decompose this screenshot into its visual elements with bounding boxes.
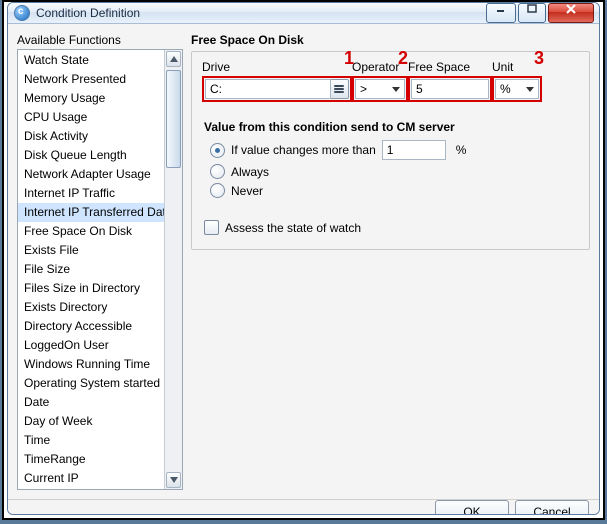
list-item[interactable]: Internet IP Transferred Data xyxy=(18,203,164,222)
drive-label: Drive xyxy=(202,60,352,74)
unit-value: % xyxy=(500,82,511,96)
dialog-footer: OK Cancel xyxy=(8,499,599,515)
radio-always[interactable] xyxy=(210,164,225,179)
free-space-input[interactable] xyxy=(412,80,488,98)
list-item[interactable]: Network Presented xyxy=(18,70,164,89)
functions-listbox[interactable]: Watch StateNetwork PresentedMemory Usage… xyxy=(17,49,183,490)
minimize-button[interactable] xyxy=(486,3,516,23)
list-item[interactable]: File Size xyxy=(18,260,164,279)
free-space-label: Free Space xyxy=(408,60,492,74)
list-item[interactable]: Network Adapter Usage xyxy=(18,165,164,184)
ok-button[interactable]: OK xyxy=(435,500,509,515)
radio-always-label: Always xyxy=(231,165,269,179)
chevron-down-icon xyxy=(526,87,534,92)
parameters-group: 1 2 3 Drive Operator Free Space Unit xyxy=(191,51,590,250)
cancel-button[interactable]: Cancel xyxy=(515,500,589,515)
radio-if-changes[interactable] xyxy=(210,143,225,158)
list-item[interactable]: Windows Running Time xyxy=(18,355,164,374)
list-item[interactable]: Exists File xyxy=(18,241,164,260)
list-item[interactable]: Current IP xyxy=(18,469,164,488)
list-item[interactable]: Watch State xyxy=(18,51,164,70)
scroll-track[interactable] xyxy=(165,68,182,471)
list-item[interactable]: Operating System started xyxy=(18,374,164,393)
unit-label: Unit xyxy=(492,60,540,74)
close-button[interactable] xyxy=(548,3,594,23)
send-condition-heading: Value from this condition send to CM ser… xyxy=(204,120,579,134)
list-item[interactable]: Date xyxy=(18,393,164,412)
list-item[interactable]: LoggedOn User xyxy=(18,336,164,355)
list-item[interactable]: CPU Usage xyxy=(18,108,164,127)
operator-select[interactable]: > xyxy=(355,79,405,99)
list-item[interactable]: Files Size in Directory xyxy=(18,279,164,298)
panel-heading: Free Space On Disk xyxy=(191,33,590,47)
titlebar[interactable]: Condition Definition xyxy=(8,3,599,24)
list-item[interactable]: Directory Accessible xyxy=(18,317,164,336)
radio-never[interactable] xyxy=(210,183,225,198)
radio-if-changes-label: If value changes more than xyxy=(231,143,376,157)
list-item[interactable]: Day of Week xyxy=(18,412,164,431)
chevron-down-icon xyxy=(392,87,400,92)
list-item[interactable]: Disk Queue Length xyxy=(18,146,164,165)
operator-value: > xyxy=(360,82,367,96)
drive-input[interactable] xyxy=(206,80,330,98)
scroll-up-button[interactable] xyxy=(166,51,181,67)
drive-browse-button[interactable] xyxy=(331,79,349,99)
list-scrollbar[interactable] xyxy=(164,50,182,489)
assess-state-checkbox[interactable] xyxy=(204,220,219,235)
window-title: Condition Definition xyxy=(36,6,478,20)
list-item[interactable]: Time xyxy=(18,431,164,450)
radio-never-label: Never xyxy=(231,184,263,198)
scroll-thumb[interactable] xyxy=(166,70,181,168)
list-item[interactable]: Disk Activity xyxy=(18,127,164,146)
dialog-window: Condition Definition Available Functions… xyxy=(7,2,600,515)
scroll-down-button[interactable] xyxy=(166,472,181,488)
assess-state-label: Assess the state of watch xyxy=(225,221,361,235)
list-item[interactable]: Internet IP Traffic xyxy=(18,184,164,203)
change-threshold-unit: % xyxy=(456,143,467,157)
unit-select[interactable]: % xyxy=(495,79,539,99)
list-item[interactable]: TimeRange xyxy=(18,450,164,469)
operator-label: Operator xyxy=(352,60,408,74)
app-icon xyxy=(14,5,30,21)
list-item[interactable]: Free Space On Disk xyxy=(18,222,164,241)
change-threshold-input[interactable] xyxy=(382,140,446,160)
available-functions-label: Available Functions xyxy=(17,33,183,47)
window-buttons xyxy=(484,3,594,23)
maximize-button[interactable] xyxy=(518,3,546,23)
list-item[interactable]: Memory Usage xyxy=(18,89,164,108)
list-item[interactable]: Exists Directory xyxy=(18,298,164,317)
